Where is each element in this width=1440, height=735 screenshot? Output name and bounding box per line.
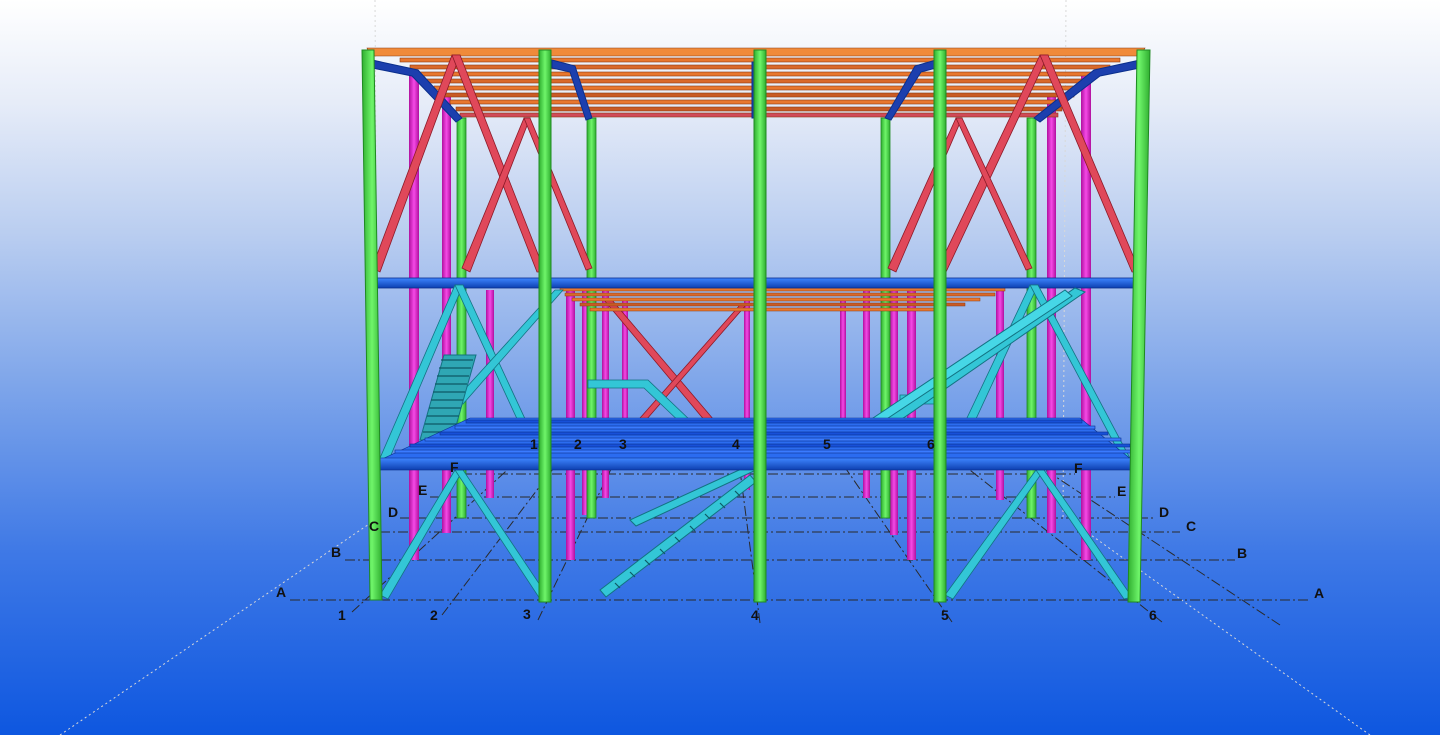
grid-label-A-left: A — [276, 584, 286, 600]
grid-label-3-rear: 3 — [619, 436, 627, 452]
grid-label-B-left: B — [331, 544, 341, 560]
grid-label-6-rear: 6 — [927, 436, 935, 452]
model-3d-viewport[interactable]: 1 2 3 4 5 6 1 2 3 4 5 6 A B C D E F A B … — [0, 0, 1440, 735]
grid-label-5-rear: 5 — [823, 436, 831, 452]
grid-label-1: 1 — [338, 607, 346, 623]
grid-label-4: 4 — [751, 607, 759, 623]
main-column — [1127, 49, 1151, 603]
main-column — [538, 49, 552, 603]
main-column — [753, 49, 767, 603]
grid-label-F-right: F — [1074, 460, 1083, 476]
grid-label-3: 3 — [523, 606, 531, 622]
grid-label-6: 6 — [1149, 607, 1157, 623]
grid-label-C-left: C — [369, 518, 379, 534]
grid-label-D-right: D — [1159, 504, 1169, 520]
grid-label-2: 2 — [430, 607, 438, 623]
grid-label-4-rear: 4 — [732, 436, 740, 452]
grid-label-5: 5 — [941, 607, 949, 623]
grid-label-D-left: D — [388, 504, 398, 520]
main-column — [933, 49, 947, 603]
grid-label-E-left: E — [418, 482, 427, 498]
secondary-column — [840, 300, 846, 420]
structure-model-view[interactable]: 1 2 3 4 5 6 1 2 3 4 5 6 A B C D E F A B … — [0, 0, 1440, 735]
grid-label-F-left: F — [450, 459, 459, 475]
grid-label-A-right: A — [1314, 585, 1324, 601]
grid-label-2-rear: 2 — [574, 436, 582, 452]
grid-label-C-right: C — [1186, 518, 1196, 534]
stair-center-lower[interactable] — [599, 464, 757, 598]
grid-label-1-rear: 1 — [530, 436, 538, 452]
grid-label-E-right: E — [1117, 483, 1126, 499]
grid-label-B-right: B — [1237, 545, 1247, 561]
